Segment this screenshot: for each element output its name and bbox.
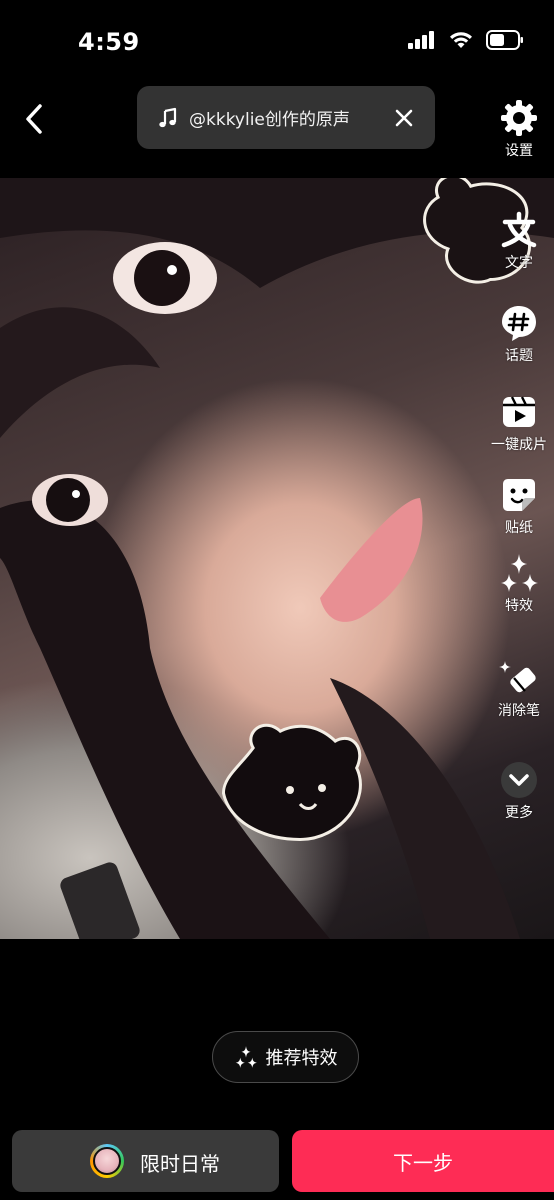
- one-click-video-icon: [503, 396, 535, 427]
- music-note-icon: [159, 107, 177, 127]
- tool-settings[interactable]: 设置: [484, 98, 554, 160]
- close-icon[interactable]: [393, 107, 415, 129]
- tool-effects-label: 特效: [505, 598, 533, 614]
- next-step-label: 下一步: [393, 1150, 453, 1175]
- tool-sticker[interactable]: 贴纸: [484, 475, 554, 537]
- sparkles-icon: [235, 1046, 257, 1068]
- tool-hashtag-label: 话题: [505, 348, 533, 364]
- limited-daily-button[interactable]: 限时日常: [12, 1130, 279, 1192]
- recommended-effects-label: 推荐特效: [265, 1048, 338, 1069]
- next-step-button[interactable]: 下一步: [292, 1130, 554, 1192]
- tool-sticker-label: 贴纸: [505, 520, 533, 536]
- sticker-icon: [503, 479, 535, 511]
- text-icon: [501, 211, 537, 248]
- tool-hashtag[interactable]: 话题: [484, 303, 554, 365]
- sparkles-icon: [501, 554, 538, 592]
- battery-icon: [486, 30, 523, 50]
- tool-more[interactable]: 更多: [484, 760, 554, 822]
- hashtag-icon: [502, 306, 536, 341]
- wifi-icon: [450, 32, 472, 48]
- back-button[interactable]: [18, 98, 50, 140]
- tool-effects[interactable]: 特效: [484, 553, 554, 615]
- tool-text[interactable]: 文字: [484, 210, 554, 272]
- gear-icon: [501, 100, 537, 136]
- chevron-left-icon: [26, 104, 42, 134]
- eraser-icon: [499, 661, 536, 693]
- signal-icon: [408, 31, 434, 49]
- selected-music-pill[interactable]: @kkkylie创作的原声: [137, 86, 435, 149]
- recommended-effects-button[interactable]: 推荐特效: [212, 1031, 359, 1083]
- status-icons: [408, 30, 524, 50]
- status-time: 4:59: [78, 28, 140, 56]
- chevron-down-icon: [501, 762, 537, 798]
- tool-settings-label: 设置: [505, 143, 533, 159]
- tool-one-click-video-label: 一键成片: [491, 437, 547, 453]
- tool-eraser[interactable]: 消除笔: [484, 658, 554, 720]
- tool-eraser-label: 消除笔: [498, 703, 540, 719]
- tool-text-label: 文字: [505, 255, 533, 271]
- tool-more-label: 更多: [505, 805, 533, 821]
- photo-content: [0, 178, 554, 939]
- avatar: [90, 1144, 124, 1178]
- music-title: @kkkylie创作的原声: [189, 110, 350, 130]
- photo-preview[interactable]: [0, 178, 554, 939]
- limited-daily-label: 限时日常: [140, 1152, 220, 1176]
- tool-one-click-video[interactable]: 一键成片: [484, 392, 554, 454]
